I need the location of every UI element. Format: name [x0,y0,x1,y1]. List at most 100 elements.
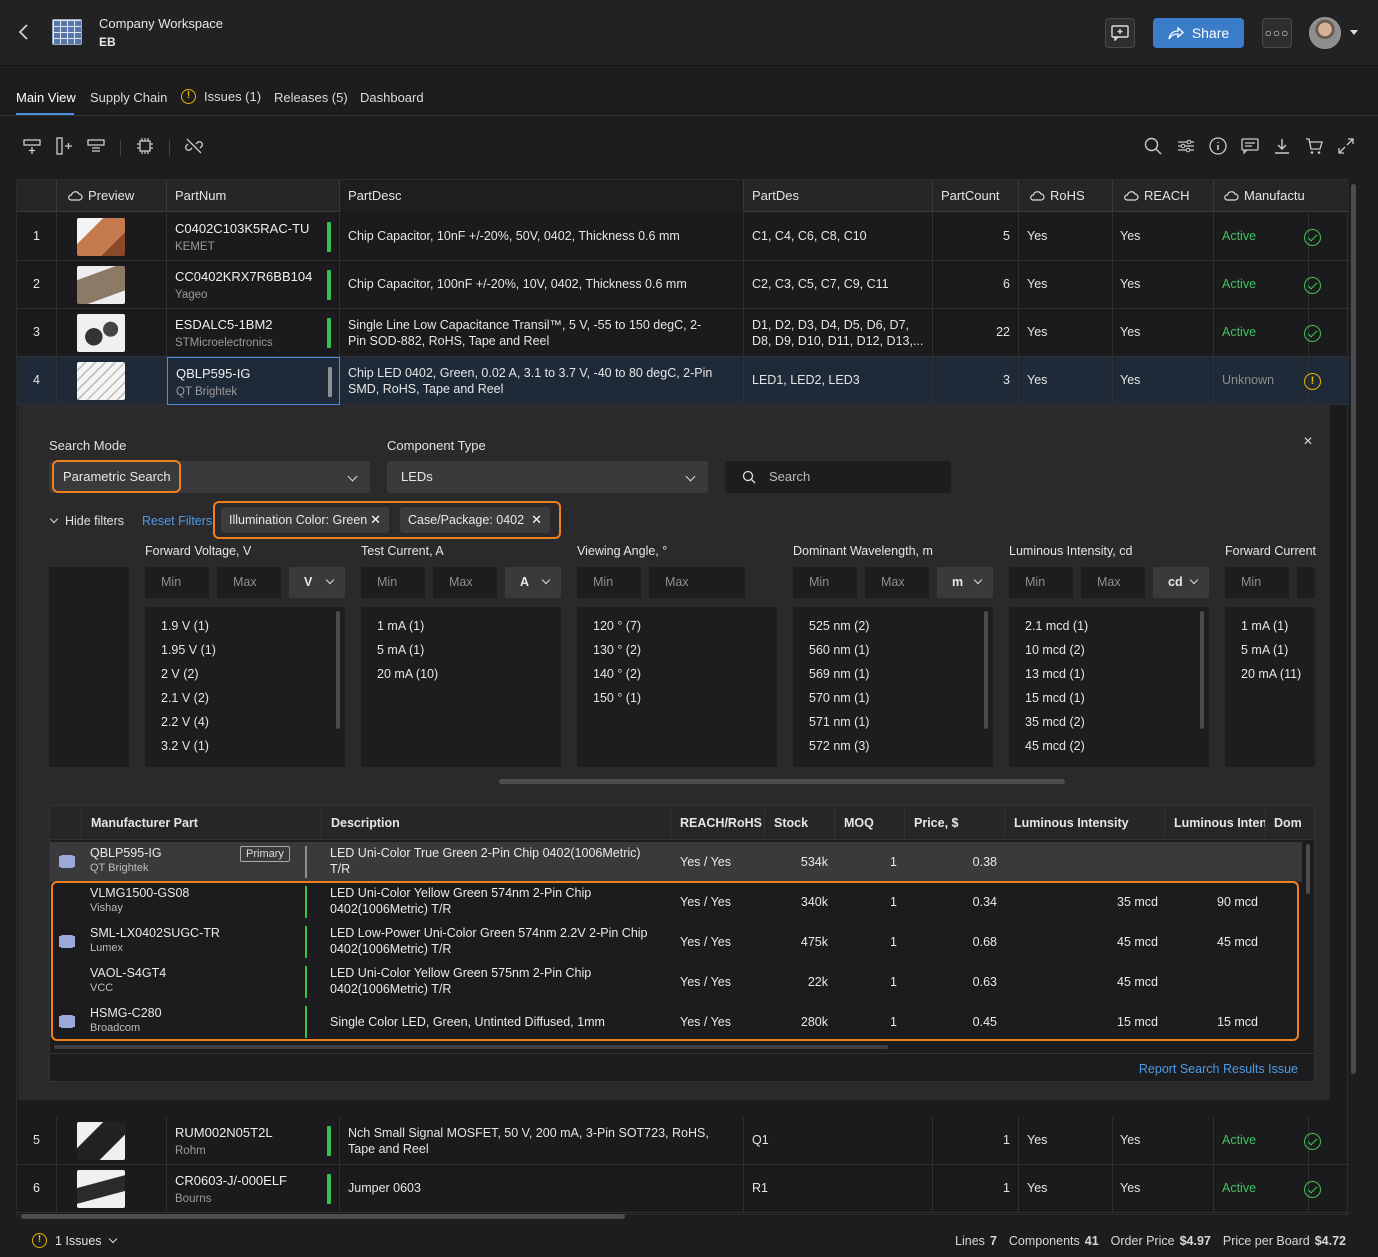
filter-value-option[interactable]: 45 mcd (2) [1025,739,1085,753]
user-avatar[interactable] [1309,17,1341,49]
rohs-cell[interactable]: Yes [1019,1165,1113,1213]
results-col-luminous-intensity[interactable]: Luminous Intensity [1005,806,1165,840]
table-row[interactable]: 4 QBLP595-IG QT Brightek Chip LED 0402, … [17,357,1349,405]
filter-min-input[interactable]: Min [1225,567,1289,598]
search-icon[interactable] [1143,136,1163,156]
filter-min-input[interactable]: Min [793,567,857,598]
filter-value-option[interactable]: 560 nm (1) [809,643,869,657]
reach-cell[interactable]: Yes [1113,309,1214,357]
partdesc-cell[interactable]: Jumper 0603 [340,1165,744,1213]
warning-status-icon[interactable]: ! [1304,373,1321,390]
partnum-cell[interactable]: ESDALC5-1BM2 STMicroelectronics [167,309,340,357]
rohs-cell[interactable]: Yes [1019,309,1113,357]
filter-min-input[interactable]: Min [577,567,641,598]
report-issue-link[interactable]: Report Search Results Issue [1139,1062,1298,1076]
component-chip-icon[interactable] [135,136,155,156]
filter-value-option[interactable]: 130 ° (2) [593,643,641,657]
partcount-cell[interactable]: 3 [933,357,1019,405]
partdesc-cell[interactable]: Single Line Low Capacitance Transil™, 5 … [340,309,744,357]
partnum-cell[interactable]: C0402C103K5RAC-TU KEMET [167,213,340,261]
results-col-dominant[interactable]: Dom [1266,806,1306,840]
group-rows-icon[interactable] [86,136,106,156]
results-vertical-scrollbar[interactable] [1306,844,1310,894]
filter-unit-select[interactable]: V [289,567,345,598]
filter-value-option[interactable]: 15 mcd (1) [1025,691,1085,705]
filter-min-input[interactable]: Min [145,567,209,598]
manufacturer-status-cell[interactable]: Active [1214,1117,1309,1165]
reset-filters-link[interactable]: Reset Filters [142,514,212,528]
partcount-cell[interactable]: 5 [933,213,1019,261]
filter-value-option[interactable]: 2.2 V (4) [161,715,209,729]
manufacturer-status-cell[interactable]: Active [1214,213,1309,261]
partdesc-cell[interactable]: Chip Capacitor, 100nF +/-20%, 10V, 0402,… [340,261,744,309]
filter-value-option[interactable]: 10 mcd (2) [1025,643,1085,657]
filter-value-option[interactable]: 2 V (2) [161,667,199,681]
tab-supply-chain[interactable]: Supply Chain [90,90,167,105]
download-icon[interactable] [1272,136,1292,156]
filter-unit-select[interactable]: m [937,567,993,598]
col-header-partdes[interactable]: PartDes [744,180,933,212]
filter-list-scrollbar[interactable] [1200,611,1204,729]
rohs-cell[interactable]: Yes [1019,213,1113,261]
manufacturer-status-cell[interactable]: Active [1214,1165,1309,1213]
filter-value-option[interactable]: 13 mcd (1) [1025,667,1085,681]
partdes-cell[interactable]: C1, C4, C6, C8, C10 [744,213,933,261]
comments-icon[interactable] [1240,136,1260,156]
partdesc-cell[interactable]: Nch Small Signal MOSFET, 50 V, 200 mA, 3… [340,1117,744,1165]
expand-icon[interactable] [1336,136,1356,156]
tab-dashboard[interactable]: Dashboard [360,90,424,105]
col-header-partnum[interactable]: PartNum [167,180,340,212]
rohs-cell[interactable]: Yes [1019,1117,1113,1165]
rohs-cell[interactable]: Yes [1019,261,1113,309]
col-header-reach[interactable]: REACH [1113,180,1214,212]
issues-summary[interactable]: ! 1 Issues [32,1233,117,1248]
filter-value-option[interactable]: 20 mA (10) [377,667,438,681]
check-status-icon[interactable] [1304,325,1321,342]
check-status-icon[interactable] [1304,1133,1321,1150]
filter-min-input[interactable]: Min [361,567,425,598]
check-status-icon[interactable] [1304,229,1321,246]
partdes-cell[interactable]: Q1 [744,1117,933,1165]
filter-max-input[interactable]: Max [1081,567,1145,598]
filter-value-option[interactable]: 2.1 mcd (1) [1025,619,1088,633]
filter-value-option[interactable]: 525 nm (2) [809,619,869,633]
filters-horizontal-scrollbar[interactable] [499,779,1065,784]
filter-list-scrollbar[interactable] [984,611,988,729]
filter-value-option[interactable]: 150 ° (1) [593,691,641,705]
filter-unit-select[interactable]: cd [1153,567,1209,598]
table-row[interactable]: 6 CR0603-J/-000ELF Bourns Jumper 0603 R1… [17,1165,1349,1213]
manufacturer-status-cell[interactable]: Unknown [1214,357,1309,405]
rohs-cell[interactable]: Yes [1019,357,1113,405]
col-header-partdesc[interactable]: PartDesc [340,180,744,212]
results-col-luminous-intensity-2[interactable]: Luminous Intens [1165,806,1266,840]
comment-add-button[interactable] [1105,18,1135,48]
filter-value-option[interactable]: 570 nm (1) [809,691,869,705]
filter-list-scrollbar[interactable] [336,611,340,729]
filter-max-input[interactable]: Max [865,567,929,598]
filter-value-option[interactable]: 1.9 V (1) [161,619,209,633]
hide-filters-toggle[interactable]: Hide filters [49,514,124,528]
filter-value-option[interactable]: 20 mA (11) [1241,667,1301,681]
close-panel-icon[interactable]: × [1301,434,1315,450]
results-col-reach-rohs[interactable]: REACH/RoHS [671,806,765,840]
filter-value-option[interactable]: 140 ° (2) [593,667,641,681]
results-horizontal-scrollbar[interactable] [54,1045,888,1049]
col-header-preview[interactable]: Preview [57,180,167,212]
manufacturer-status-cell[interactable]: Active [1214,261,1309,309]
table-row[interactable]: 2 CC0402KRX7R6BB104 Yageo Chip Capacitor… [17,261,1349,309]
filter-sliders-icon[interactable] [1176,136,1196,156]
insert-row-icon[interactable] [22,136,42,156]
filter-value-option[interactable]: 5 mA (1) [377,643,424,657]
partdes-cell[interactable]: D1, D2, D3, D4, D5, D6, D7, D8, D9, D10,… [744,309,933,357]
filter-value-option[interactable]: 1 mA (1) [377,619,424,633]
filter-value-option[interactable]: 3.2 V (1) [161,739,209,753]
partdes-cell[interactable]: R1 [744,1165,933,1213]
component-type-select[interactable]: LEDs [387,461,708,493]
grid-vertical-scrollbar[interactable] [1351,184,1356,1074]
results-col-manufacturer-part[interactable]: Manufacturer Part [82,806,322,840]
filter-max-input[interactable]: Max [649,567,745,598]
check-status-icon[interactable] [1304,277,1321,294]
reach-cell[interactable]: Yes [1113,213,1214,261]
tab-main-view[interactable]: Main View [16,90,76,105]
cart-icon[interactable] [1304,136,1324,156]
